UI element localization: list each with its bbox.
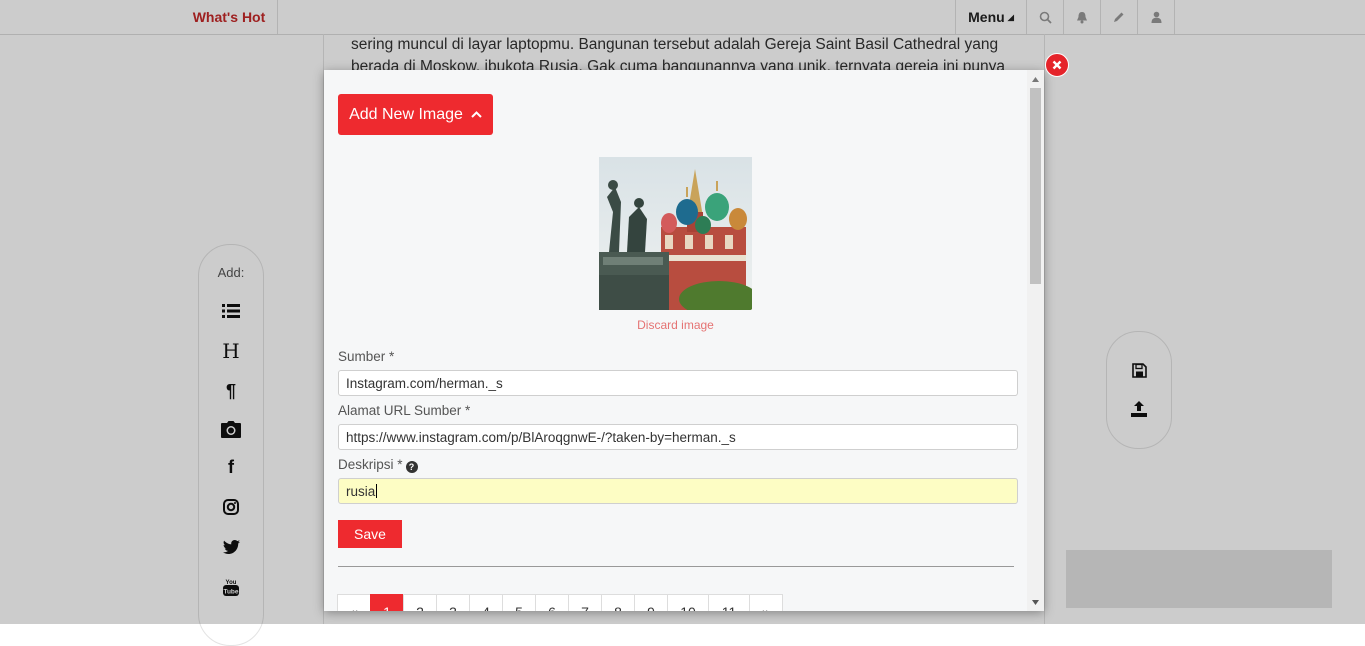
close-modal-button[interactable]: [1045, 53, 1069, 77]
save-button[interactable]: Save: [338, 520, 402, 548]
page-5[interactable]: 5: [502, 594, 536, 611]
close-icon: [1052, 60, 1062, 70]
modal-scrollbar[interactable]: [1027, 70, 1044, 611]
page-2[interactable]: 2: [403, 594, 437, 611]
deskripsi-label: Deskripsi *: [338, 457, 403, 472]
deskripsi-input[interactable]: rusia: [338, 478, 1018, 504]
page-1[interactable]: 1: [370, 594, 404, 611]
chevron-up-icon: [471, 111, 482, 118]
deskripsi-value: rusia: [346, 483, 376, 499]
image-preview: [599, 157, 752, 310]
url-label: Alamat URL Sumber *: [338, 403, 471, 418]
cathedral-image: [599, 157, 752, 310]
page-9[interactable]: 9: [634, 594, 668, 611]
page-next[interactable]: »: [749, 594, 783, 611]
page-6[interactable]: 6: [535, 594, 569, 611]
text-caret: [376, 484, 378, 498]
url-input[interactable]: https://www.instagram.com/p/BlAroqgnwE-/…: [338, 424, 1018, 450]
triangle-down-icon: [1032, 599, 1039, 605]
page-prev[interactable]: «: [337, 594, 371, 611]
add-new-image-button[interactable]: Add New Image: [338, 94, 493, 135]
add-image-modal: Add New Image Discard image Sumber * Ins…: [324, 70, 1044, 611]
pagination: « 1 2 3 4 5 6 7 8 9 10 11 »: [337, 594, 783, 611]
page-10[interactable]: 10: [667, 594, 709, 611]
sumber-input[interactable]: Instagram.com/herman._s: [338, 370, 1018, 396]
scroll-down-arrow[interactable]: [1027, 595, 1044, 609]
scroll-thumb[interactable]: [1030, 88, 1041, 284]
help-icon[interactable]: ?: [405, 461, 418, 473]
page-8[interactable]: 8: [601, 594, 635, 611]
divider: [338, 566, 1014, 567]
triangle-up-icon: [1032, 76, 1039, 82]
page-4[interactable]: 4: [469, 594, 503, 611]
deskripsi-label-row: Deskripsi *?: [338, 457, 418, 473]
discard-image-link[interactable]: Discard image: [574, 318, 777, 332]
scroll-up-arrow[interactable]: [1027, 72, 1044, 86]
sumber-value: Instagram.com/herman._s: [346, 375, 503, 391]
add-new-image-label: Add New Image: [349, 105, 463, 123]
page-3[interactable]: 3: [436, 594, 470, 611]
sumber-label: Sumber *: [338, 349, 395, 364]
url-value: https://www.instagram.com/p/BlAroqgnwE-/…: [346, 429, 736, 445]
page-11[interactable]: 11: [708, 594, 750, 611]
page-7[interactable]: 7: [568, 594, 602, 611]
